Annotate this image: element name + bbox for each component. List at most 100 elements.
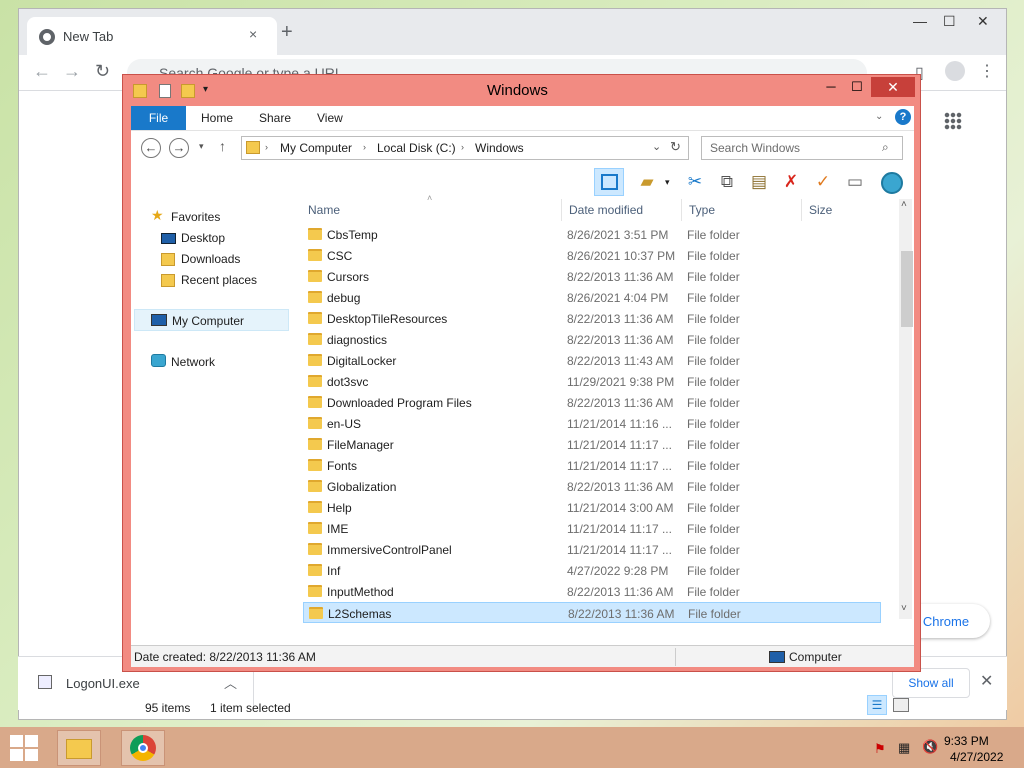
nav-desktop[interactable]: Desktop (181, 231, 225, 245)
table-row[interactable]: Downloaded Program Files 8/22/2013 11:36 … (303, 392, 881, 413)
recent-locations-icon[interactable]: ▾ (199, 141, 204, 152)
table-row[interactable]: Cursors 8/22/2013 11:36 AM File folder (303, 266, 881, 287)
back-arrow-icon[interactable]: ← (33, 61, 51, 82)
new-folder-icon[interactable] (181, 84, 195, 98)
column-date-modified[interactable]: Date modified (569, 203, 643, 217)
cut-icon[interactable]: ✂ (683, 170, 707, 194)
table-row[interactable]: Inf 4/27/2022 9:28 PM File folder (303, 560, 881, 581)
search-input[interactable]: Search Windows ⌕ (701, 136, 903, 160)
table-row[interactable]: InputMethod 8/22/2013 11:36 AM File folder (303, 581, 881, 602)
large-icons-view-icon[interactable] (893, 698, 909, 712)
paste-icon[interactable]: ▤ (747, 170, 771, 194)
breadcrumb-local-disk[interactable]: Local Disk (C:) (377, 141, 456, 155)
table-row[interactable]: L2Schemas 8/22/2013 11:36 AM File folder (303, 602, 881, 623)
chrome-favicon-icon (39, 29, 55, 45)
vertical-scrollbar[interactable]: ˄ ˅ (899, 199, 913, 619)
column-divider[interactable] (681, 199, 682, 221)
scroll-down-icon[interactable]: ˅ (901, 603, 907, 614)
folder-icon (308, 333, 322, 345)
nav-downloads[interactable]: Downloads (181, 252, 240, 266)
table-row[interactable]: IME 11/21/2014 11:17 ... File folder (303, 518, 881, 539)
taskbar-file-explorer[interactable] (57, 730, 101, 766)
clock-time[interactable]: 9:33 PM (944, 734, 989, 748)
delete-icon[interactable]: ✗ (779, 170, 803, 194)
breadcrumb-my-computer[interactable]: My Computer (280, 141, 352, 155)
chrome-close-button[interactable]: ✕ (977, 13, 989, 30)
explorer-maximize-button[interactable]: ☐ (843, 77, 871, 97)
column-name[interactable]: Name (308, 203, 340, 217)
move-to-dropdown-icon[interactable]: ▾ (665, 177, 670, 188)
copy-icon[interactable]: ⧉ (715, 170, 739, 194)
expand-ribbon-icon[interactable]: ⌄ (875, 111, 883, 122)
action-center-flag-icon[interactable]: ⚑ (874, 741, 886, 757)
properties-icon[interactable] (159, 84, 171, 98)
tab-close-icon[interactable]: × (249, 26, 257, 42)
breadcrumb-windows[interactable]: Windows (475, 141, 524, 155)
refresh-icon[interactable]: ↻ (670, 139, 681, 155)
move-to-icon[interactable]: ▰ (635, 170, 659, 194)
qat-dropdown-icon[interactable]: ▾ (203, 84, 208, 95)
address-bar[interactable]: › My Computer › Local Disk (C:) › Window… (241, 136, 689, 160)
explorer-minimize-button[interactable]: ─ (817, 77, 845, 97)
tab-new-tab[interactable]: New Tab × (27, 17, 277, 55)
show-all-button[interactable]: Show all (892, 668, 970, 698)
explorer-close-button[interactable]: ✕ (871, 77, 915, 97)
table-row[interactable]: CSC 8/26/2021 10:37 PM File folder (303, 245, 881, 266)
forward-arrow-icon[interactable]: → (63, 61, 81, 82)
up-arrow-icon[interactable]: ↑ (219, 138, 226, 154)
forward-button[interactable]: → (169, 138, 189, 158)
new-tab-button[interactable]: + (281, 21, 293, 44)
chrome-minimize-button[interactable]: — (913, 13, 927, 29)
table-row[interactable]: FileManager 11/21/2014 11:17 ... File fold… (303, 434, 881, 455)
nav-favorites[interactable]: Favorites (171, 210, 220, 224)
profile-avatar[interactable] (945, 61, 965, 81)
download-bar-close-icon[interactable]: ✕ (980, 671, 993, 691)
column-divider[interactable] (561, 199, 562, 221)
table-row[interactable]: Globalization 8/22/2013 11:36 AM File fold… (303, 476, 881, 497)
rename-icon[interactable]: ▭ (843, 170, 867, 194)
help-icon[interactable]: ? (895, 109, 911, 125)
column-type[interactable]: Type (689, 203, 715, 217)
chevron-up-icon[interactable]: ︿ (224, 673, 237, 692)
tab-file[interactable]: File (131, 106, 186, 130)
checkmark-icon[interactable]: ✓ (811, 170, 835, 194)
reload-icon[interactable]: ↻ (95, 61, 110, 82)
scroll-thumb[interactable] (901, 251, 913, 327)
tab-view[interactable]: View (317, 111, 343, 125)
table-row[interactable]: dot3svc 11/29/2021 9:38 PM File folder (303, 371, 881, 392)
back-button[interactable]: ← (141, 138, 161, 158)
computer-icon (151, 314, 167, 326)
table-row[interactable]: Fonts 11/21/2014 11:17 ... File folder (303, 455, 881, 476)
table-row[interactable]: diagnostics 8/22/2013 11:36 AM File folder (303, 329, 881, 350)
table-row[interactable]: debug 8/26/2021 4:04 PM File folder (303, 287, 881, 308)
start-windows-icon[interactable] (10, 735, 38, 761)
chrome-menu-icon[interactable]: ⋮ (979, 61, 995, 81)
globe-icon[interactable] (881, 172, 903, 194)
volume-muted-icon[interactable]: 🔇 (922, 739, 938, 755)
column-size[interactable]: Size (809, 203, 832, 217)
tab-share[interactable]: Share (259, 111, 291, 125)
network-tray-icon[interactable]: ▦ (898, 740, 910, 756)
chrome-maximize-button[interactable]: ☐ (943, 13, 956, 30)
date-created: Date created: 8/22/2013 11:36 AM (134, 650, 316, 664)
scroll-up-icon[interactable]: ˄ (901, 199, 907, 210)
table-row[interactable]: Help 11/21/2014 3:00 AM File folder (303, 497, 881, 518)
table-row[interactable]: CbsTemp 8/26/2021 3:51 PM File folder (303, 224, 881, 245)
details-view-icon[interactable]: ☰ (867, 695, 887, 715)
taskbar-chrome[interactable] (121, 730, 165, 766)
table-row[interactable]: DesktopTileResources 8/22/2013 11:36 AM Fi… (303, 308, 881, 329)
apps-grid-icon[interactable] (944, 112, 962, 130)
nav-recent-places[interactable]: Recent places (181, 273, 257, 287)
nav-my-computer[interactable]: My Computer (134, 309, 289, 331)
nav-network[interactable]: Network (171, 355, 215, 369)
table-row[interactable]: en-US 11/21/2014 11:16 ... File folder (303, 413, 881, 434)
clock-date[interactable]: 4/27/2022 (950, 750, 1003, 764)
search-placeholder: Search Windows (710, 141, 801, 155)
folder-icon (308, 417, 322, 429)
address-dropdown-icon[interactable]: ⌄ (652, 140, 661, 153)
taskbar: ⚑ ▦ 🔇 9:33 PM 4/27/2022 (0, 727, 1024, 768)
table-row[interactable]: ImmersiveControlPanel 11/21/2014 11:17 ..… (303, 539, 881, 560)
table-row[interactable]: DigitalLocker 8/22/2013 11:43 AM File fold… (303, 350, 881, 371)
tab-home[interactable]: Home (201, 111, 233, 125)
column-divider[interactable] (801, 199, 802, 221)
